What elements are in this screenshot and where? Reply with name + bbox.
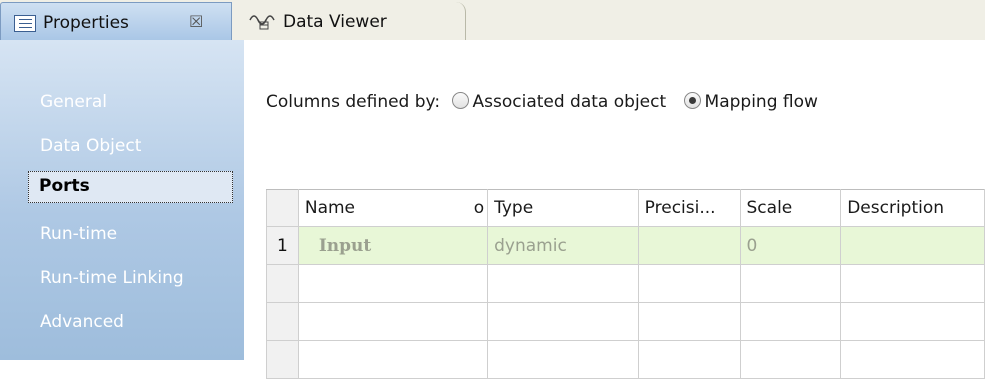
cell-name[interactable] bbox=[297, 302, 489, 341]
radio-associated-data-object[interactable] bbox=[451, 92, 469, 109]
row-header-corner bbox=[266, 189, 299, 227]
column-header-scale[interactable]: Scale bbox=[739, 189, 842, 227]
table-row[interactable] bbox=[266, 264, 985, 303]
close-icon[interactable]: ☒ bbox=[189, 12, 203, 31]
table-row[interactable]: 1 Input dynamic 0 bbox=[266, 226, 985, 265]
tab-data-viewer-label: Data Viewer bbox=[283, 12, 387, 32]
column-header-name[interactable]: Name o bbox=[297, 189, 489, 227]
properties-icon bbox=[14, 15, 36, 32]
cell-description[interactable] bbox=[840, 302, 985, 341]
sidebar-item-ports[interactable]: Ports bbox=[28, 171, 233, 203]
column-header-name-label: Name bbox=[304, 198, 356, 218]
sidebar-item-data-object[interactable]: Data Object bbox=[40, 136, 141, 156]
column-header-description[interactable]: Description bbox=[840, 189, 985, 227]
table-row[interactable] bbox=[266, 302, 985, 341]
cell-description[interactable] bbox=[840, 264, 985, 303]
cell-precision[interactable] bbox=[637, 226, 741, 265]
radio-mapping-flow-label[interactable]: Mapping flow bbox=[705, 92, 818, 112]
cell-type[interactable] bbox=[487, 302, 639, 341]
cell-name[interactable]: Input bbox=[297, 226, 489, 265]
sidebar-item-run-time-linking[interactable]: Run-time Linking bbox=[40, 268, 184, 288]
columns-defined-row: Columns defined by: Associated data obje… bbox=[266, 92, 818, 112]
ports-panel: Columns defined by: Associated data obje… bbox=[244, 40, 985, 379]
cell-type[interactable]: dynamic bbox=[487, 226, 639, 265]
cell-precision[interactable] bbox=[637, 302, 741, 341]
table-header-row: Name o Type Precisi... Scale Description bbox=[266, 189, 985, 227]
sidebar-item-general[interactable]: General bbox=[40, 92, 107, 112]
data-viewer-icon bbox=[249, 15, 275, 30]
column-header-precision[interactable]: Precisi... bbox=[637, 189, 741, 227]
tab-properties[interactable]: Properties ☒ bbox=[0, 2, 232, 41]
tab-properties-label: Properties bbox=[43, 13, 129, 33]
tab-data-viewer[interactable]: Data Viewer bbox=[220, 2, 466, 40]
ports-table: Name o Type Precisi... Scale Description… bbox=[266, 189, 985, 379]
cell-scale[interactable]: 0 bbox=[739, 226, 842, 265]
row-number: 1 bbox=[266, 226, 299, 265]
cell-precision[interactable] bbox=[637, 264, 741, 303]
properties-sidebar: General Data Object Ports Run-time Run-t… bbox=[0, 40, 244, 360]
row-number bbox=[266, 264, 299, 303]
columns-defined-label: Columns defined by: bbox=[266, 92, 441, 112]
sidebar-item-advanced[interactable]: Advanced bbox=[40, 312, 124, 332]
cell-type[interactable] bbox=[487, 264, 639, 303]
cell-name[interactable] bbox=[297, 264, 489, 303]
radio-associated-data-object-label[interactable]: Associated data object bbox=[473, 92, 667, 112]
sidebar-item-run-time[interactable]: Run-time bbox=[40, 224, 117, 244]
cell-scale[interactable] bbox=[739, 302, 842, 341]
radio-mapping-flow[interactable] bbox=[683, 92, 701, 109]
view-tab-bar: Properties ☒ Data Viewer bbox=[0, 0, 985, 41]
cell-scale[interactable] bbox=[739, 264, 842, 303]
column-header-type[interactable]: Type bbox=[487, 189, 639, 227]
column-header-o-label: o bbox=[473, 198, 485, 218]
cell-description[interactable] bbox=[840, 226, 985, 265]
row-number bbox=[266, 302, 299, 341]
